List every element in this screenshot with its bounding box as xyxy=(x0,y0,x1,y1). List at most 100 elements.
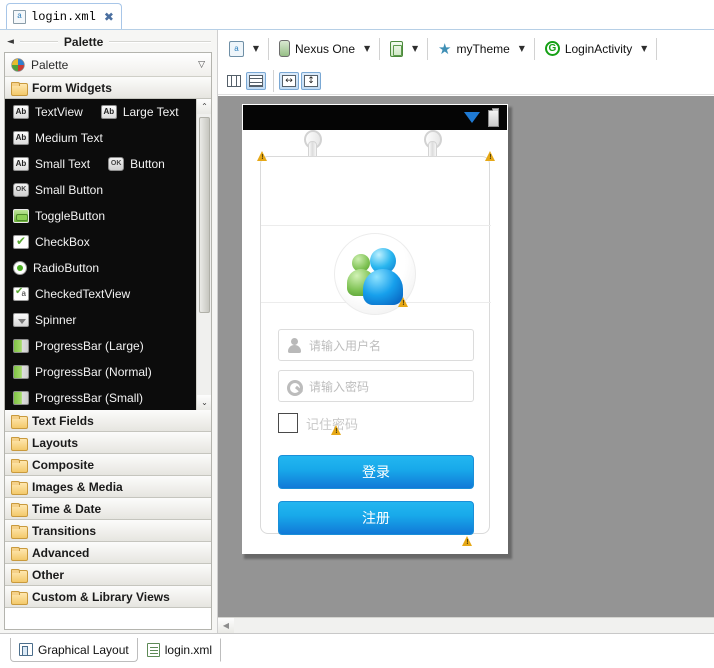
palette-category-advanced[interactable]: Advanced xyxy=(5,542,211,564)
palette-widget-row[interactable]: Ab Small Text OK Button xyxy=(5,151,211,177)
palette-widget-row[interactable]: a CheckedTextView xyxy=(5,281,211,307)
palette-item-checkedtextview[interactable]: a CheckedTextView xyxy=(13,286,130,301)
close-icon[interactable]: ✖ xyxy=(104,10,114,24)
grid-rows-icon xyxy=(249,74,263,87)
palette-widget-row[interactable]: Spinner xyxy=(5,307,211,333)
editor-tab-label: login.xml xyxy=(31,9,96,24)
palette-item-button[interactable]: OK Button xyxy=(108,157,165,171)
wifi-icon xyxy=(464,112,480,123)
palette-item-large-text[interactable]: Ab Large Text xyxy=(100,105,179,119)
activity-dropdown-arrow[interactable]: ▼ xyxy=(637,36,651,62)
palette-scrollbar[interactable]: ⌃ ⌄ xyxy=(196,99,211,410)
configuration-button[interactable]: a xyxy=(224,36,249,62)
config-group: a ▼ xyxy=(224,34,263,64)
scrollbar-thumb[interactable] xyxy=(199,117,210,313)
scroll-up-icon[interactable]: ⌃ xyxy=(197,99,211,114)
toolbar-separator xyxy=(268,37,269,60)
palette-item-progressbar-small[interactable]: ProgressBar (Small) xyxy=(13,391,143,405)
palette-category-transitions[interactable]: Transitions xyxy=(5,520,211,542)
palette-item-medium-text[interactable]: Ab Medium Text xyxy=(13,131,103,145)
palette-category-layouts[interactable]: Layouts xyxy=(5,432,211,454)
palette-item-label: Medium Text xyxy=(35,131,103,145)
palette-category-time-date[interactable]: Time & Date xyxy=(5,498,211,520)
palette-item-label: ProgressBar (Small) xyxy=(35,391,144,405)
palette-widget-row[interactable]: ProgressBar (Normal) xyxy=(5,359,211,385)
grid-rows-button[interactable] xyxy=(246,71,266,90)
palette-category-text-fields[interactable]: Text Fields xyxy=(5,410,211,432)
device-preview[interactable]: 请输入用户名 请输入密码 记住密码 登录 注册 xyxy=(242,104,508,554)
theme-label: myTheme xyxy=(456,41,510,56)
palette-category-other[interactable]: Other xyxy=(5,564,211,586)
palette-widget-row[interactable]: CheckBox xyxy=(5,229,211,255)
palette-item-checkbox[interactable]: CheckBox xyxy=(13,234,90,249)
palette-category-form-widgets[interactable]: Form Widgets xyxy=(5,77,211,99)
grid-columns-button[interactable] xyxy=(224,72,244,90)
palette-item-label: Spinner xyxy=(35,313,77,327)
card-divider xyxy=(261,225,491,226)
palette-item-progressbar-normal[interactable]: ProgressBar (Normal) xyxy=(13,365,152,379)
palette-widget-row[interactable]: ProgressBar (Large) xyxy=(5,333,211,359)
register-button[interactable]: 注册 xyxy=(278,501,474,535)
palette-item-textview[interactable]: Ab TextView xyxy=(13,105,83,119)
scroll-left-icon[interactable]: ◀ xyxy=(218,618,234,633)
palette-category-composite[interactable]: Composite xyxy=(5,454,211,476)
theme-button[interactable]: ★ myTheme xyxy=(433,36,515,62)
radiobutton-icon xyxy=(13,261,27,275)
device-button[interactable]: Nexus One xyxy=(274,36,360,62)
palette-item-progressbar-large[interactable]: ProgressBar (Large) xyxy=(13,339,144,353)
palette-widget-row[interactable]: RadioButton xyxy=(5,255,211,281)
palette-item-radiobutton[interactable]: RadioButton xyxy=(13,261,99,275)
chevron-down-icon[interactable]: ▽ xyxy=(198,60,205,70)
warning-triangle-icon[interactable] xyxy=(257,151,268,161)
avatar-body xyxy=(363,269,403,305)
tab-graphical-layout[interactable]: Graphical Layout xyxy=(10,638,138,662)
warning-triangle-icon[interactable] xyxy=(462,536,473,546)
configuration-dropdown-arrow[interactable]: ▼ xyxy=(249,36,263,62)
orientation-icon xyxy=(390,40,404,57)
toolbar-separator xyxy=(656,37,658,60)
ab-icon: Ab xyxy=(13,131,29,145)
palette-item-small-text[interactable]: Ab Small Text xyxy=(13,157,90,171)
theme-dropdown-arrow[interactable]: ▼ xyxy=(515,36,529,62)
palette-widget-row[interactable]: OK Small Button xyxy=(5,177,211,203)
remember-password-checkbox[interactable] xyxy=(278,413,298,433)
toolbar-separator xyxy=(427,37,429,60)
warning-triangle-icon[interactable] xyxy=(331,425,342,435)
title-rule-left xyxy=(19,41,58,43)
android-status-bar xyxy=(243,105,507,130)
warning-triangle-icon[interactable] xyxy=(485,151,496,161)
palette-widget-list[interactable]: Ab TextView Ab Large Text Ab Medium Text… xyxy=(5,99,211,410)
theme-group: ★ myTheme ▼ xyxy=(433,34,529,64)
tab-login-xml[interactable]: login.xml xyxy=(138,638,222,662)
login-button[interactable]: 登录 xyxy=(278,455,474,489)
editor-tab-login-xml[interactable]: a login.xml ✖ xyxy=(6,3,122,29)
palette-category-images-media[interactable]: Images & Media xyxy=(5,476,211,498)
login-card[interactable]: 请输入用户名 请输入密码 记住密码 登录 注册 xyxy=(257,151,495,535)
palette-category-label: Advanced xyxy=(32,545,90,560)
orientation-dropdown-arrow[interactable]: ▼ xyxy=(408,36,422,62)
palette-item-small-button[interactable]: OK Small Button xyxy=(13,183,103,197)
palette-header[interactable]: Palette ▽ xyxy=(5,53,211,77)
remember-password-row[interactable]: 记住密码 xyxy=(278,413,358,433)
password-input[interactable]: 请输入密码 xyxy=(278,370,474,402)
activity-button[interactable]: G LoginActivity xyxy=(540,36,637,62)
orientation-button[interactable] xyxy=(385,36,408,62)
palette-item-spinner[interactable]: Spinner xyxy=(13,313,76,327)
palette-widget-row[interactable]: ToggleButton xyxy=(5,203,211,229)
avatar-person-blue xyxy=(363,248,403,305)
chevron-left-icon[interactable]: ◄ xyxy=(7,37,14,47)
fit-height-button[interactable]: ↕ xyxy=(301,71,321,90)
canvas-horizontal-scrollbar[interactable]: ◀ xyxy=(218,617,714,633)
warning-triangle-icon[interactable] xyxy=(398,297,409,307)
palette-widget-row[interactable]: ProgressBar (Small) xyxy=(5,385,211,410)
ok-icon: OK xyxy=(13,183,29,197)
username-input[interactable]: 请输入用户名 xyxy=(278,329,474,361)
fit-width-button[interactable]: ↔ xyxy=(279,71,299,90)
scroll-down-icon[interactable]: ⌄ xyxy=(197,395,211,410)
device-dropdown-arrow[interactable]: ▼ xyxy=(360,36,374,62)
palette-widget-row[interactable]: Ab TextView Ab Large Text xyxy=(5,99,211,125)
palette-widget-row[interactable]: Ab Medium Text xyxy=(5,125,211,151)
palette-category-custom-library-views[interactable]: Custom & Library Views xyxy=(5,586,211,608)
palette-item-togglebutton[interactable]: ToggleButton xyxy=(13,209,105,223)
layout-canvas[interactable]: 请输入用户名 请输入密码 记住密码 登录 注册 ◀ xyxy=(218,96,714,633)
